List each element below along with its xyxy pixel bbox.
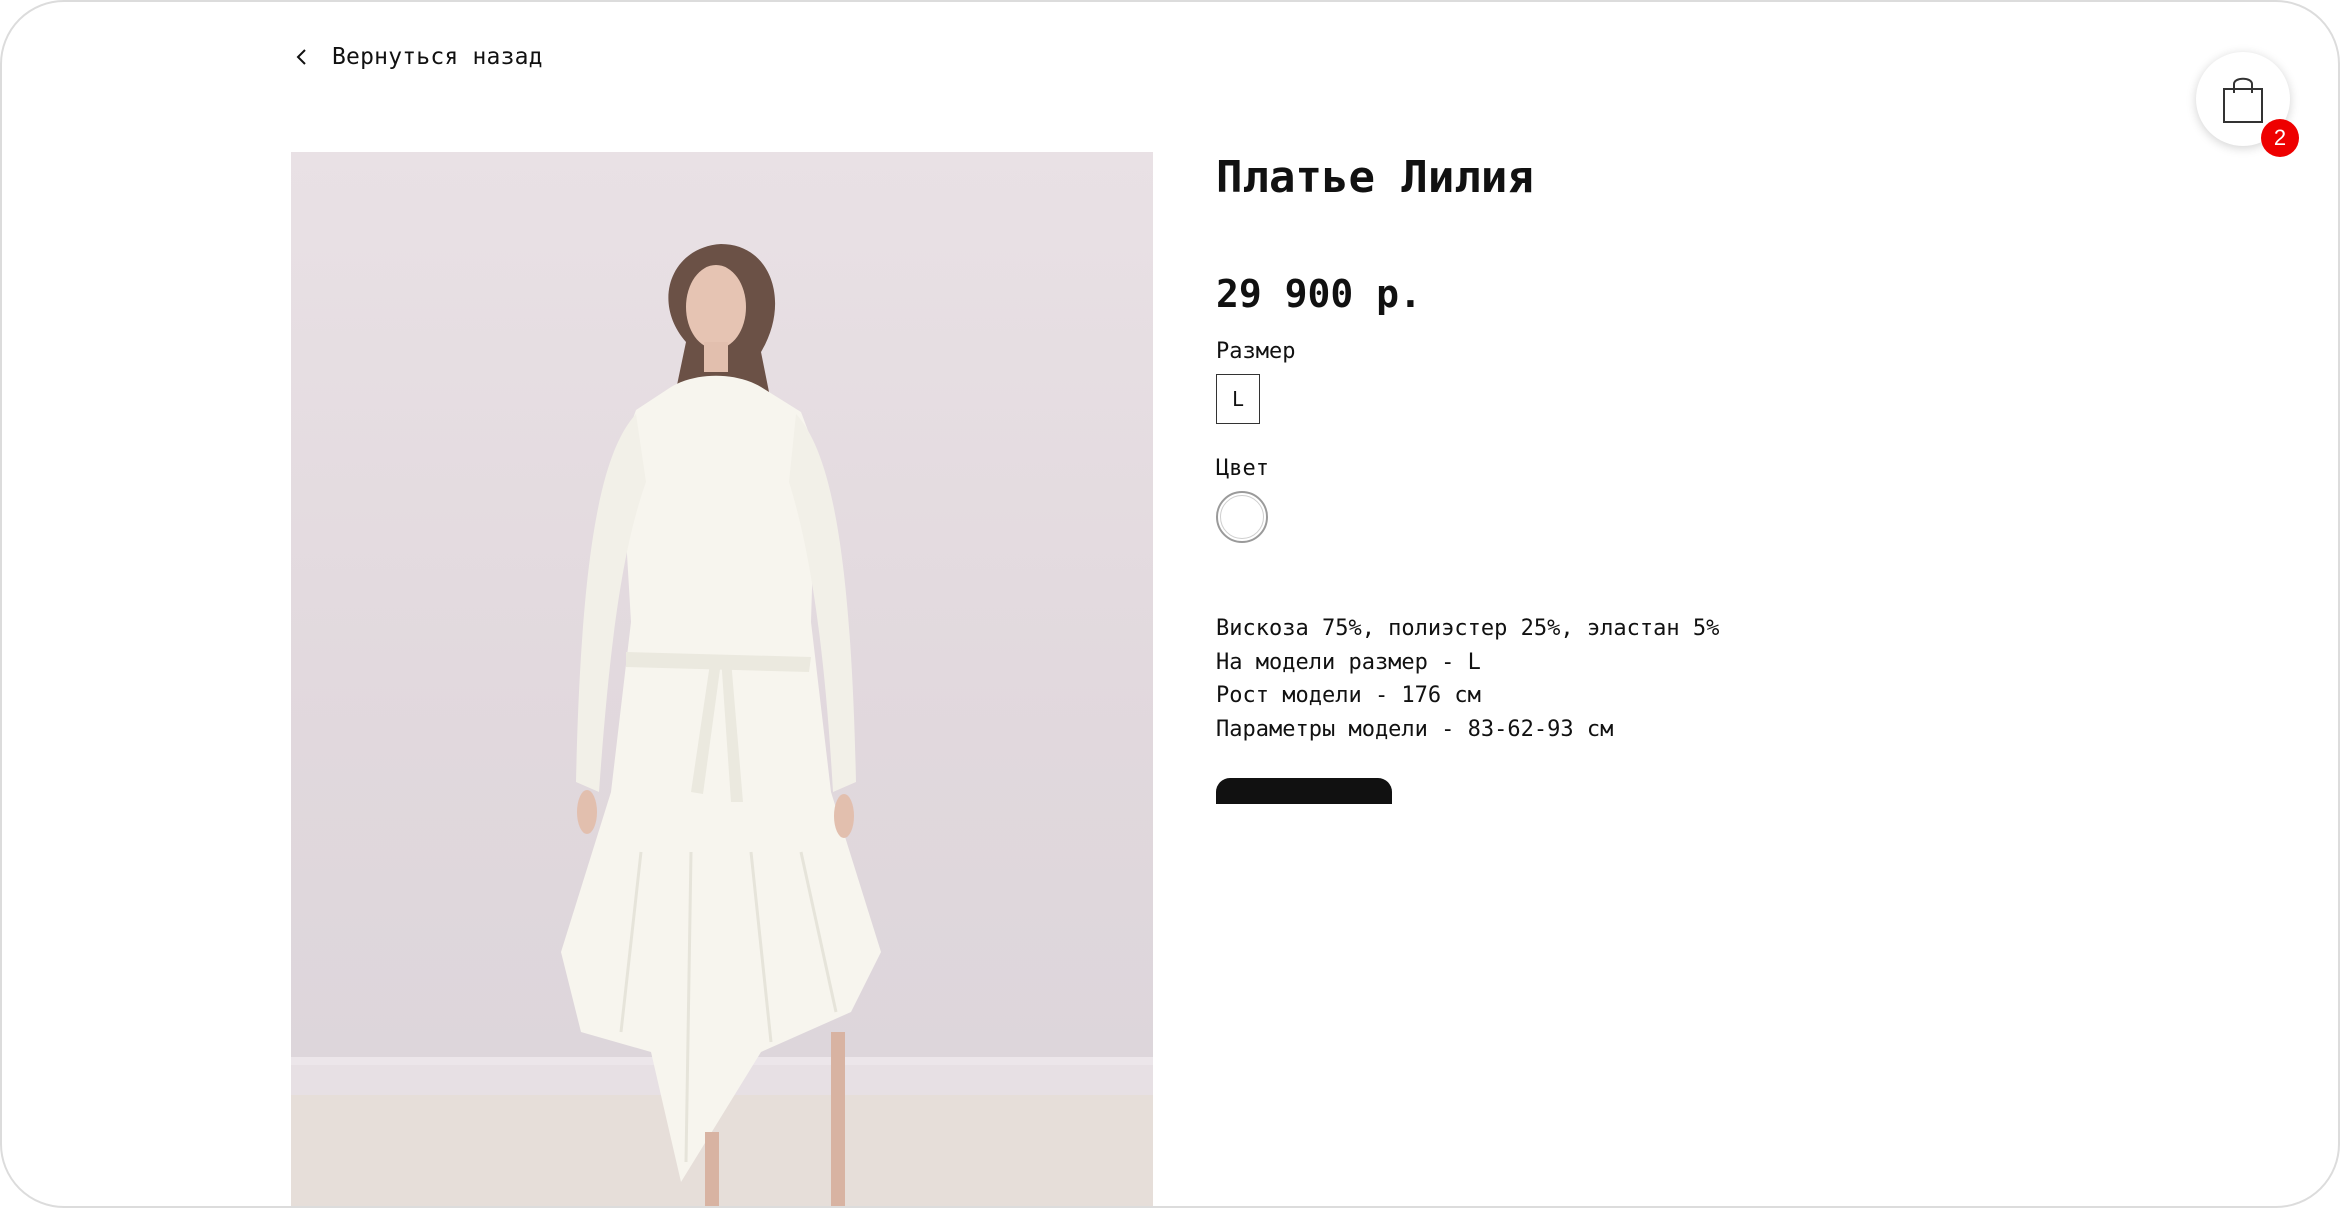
- back-link[interactable]: Вернуться назад: [292, 44, 543, 70]
- chevron-left-icon: [296, 49, 306, 65]
- description-line: Рост модели - 176 см: [1216, 683, 1481, 708]
- description-line: На модели размер - L: [1216, 649, 1481, 675]
- size-label: Размер: [1216, 339, 1296, 364]
- size-option-l[interactable]: L: [1216, 374, 1260, 424]
- description-line: Вискоза 75%, полиэстер 25%, эластан 5%: [1216, 616, 1720, 641]
- color-option-white[interactable]: [1216, 491, 1268, 543]
- back-link-label: Вернуться назад: [332, 44, 543, 70]
- cart-count-badge: 2: [2261, 119, 2299, 157]
- product-image: [291, 152, 1153, 1206]
- product-photo-illustration: [291, 244, 1153, 1206]
- product-description: Вискоза 75%, полиэстер 25%, эластан 5% Н…: [1216, 612, 1719, 746]
- shopping-bag-icon: [2223, 77, 2263, 123]
- product-title: Платье Лилия: [1216, 152, 1534, 203]
- color-swatch-fill: [1220, 495, 1264, 539]
- description-line: Параметры модели - 83-62-93 см: [1216, 716, 1614, 742]
- page-frame: Вернуться назад Платье Лилия 29 900 р. Р…: [0, 0, 2340, 1208]
- color-label: Цвет: [1216, 456, 1269, 481]
- add-to-cart-button[interactable]: [1216, 778, 1392, 804]
- product-price: 29 900 р.: [1216, 272, 1422, 316]
